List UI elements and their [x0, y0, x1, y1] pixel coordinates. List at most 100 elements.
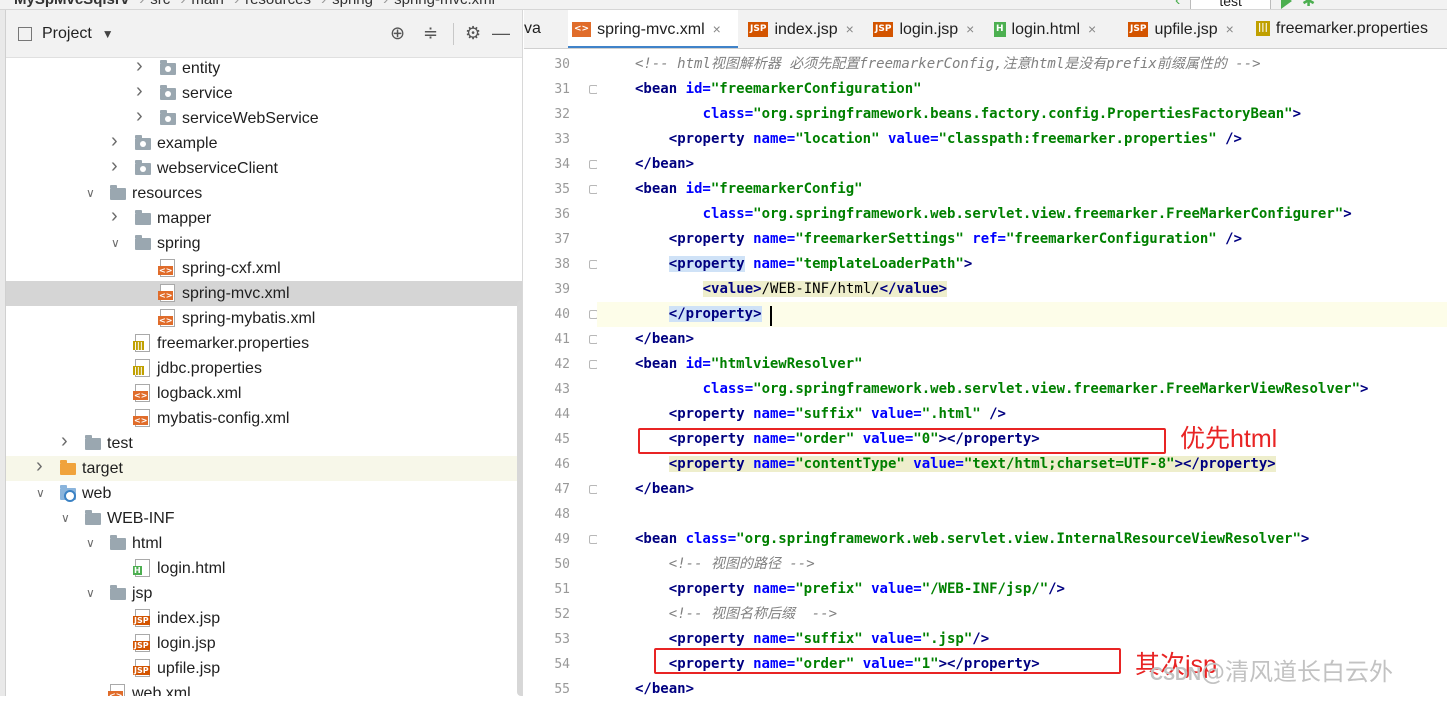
close-icon[interactable]: × [1088, 21, 1096, 37]
code-line[interactable]: </bean> [597, 327, 1447, 352]
code-line[interactable]: <bean class="org.springframework.web.ser… [597, 527, 1447, 552]
chevron-down-icon[interactable]: ∨ [86, 531, 95, 556]
minimize-icon[interactable]: — [492, 24, 510, 42]
code-line[interactable]: <property name="contentType" value="text… [597, 452, 1447, 477]
run-config-select[interactable]: test [1190, 0, 1271, 9]
crumb-file[interactable]: spring-mvc.xml [394, 0, 495, 8]
code-line[interactable]: </bean> [597, 152, 1447, 177]
chevron-down-icon[interactable]: ∨ [86, 581, 95, 606]
tree-item-login-html[interactable]: Hlogin.html [6, 556, 522, 581]
tab-truncated[interactable]: va [524, 10, 566, 48]
tree-item-spring-mybatis-xml[interactable]: <> spring-mybatis.xml [6, 306, 522, 331]
code-token: class= [685, 531, 737, 547]
tree-item-web-xml[interactable]: <> web.xml [6, 681, 522, 696]
crumb-resources[interactable]: resources [245, 0, 311, 8]
code-line[interactable]: <property name="prefix" value="/WEB-INF/… [597, 577, 1447, 602]
code-line[interactable] [597, 502, 1447, 527]
locate-icon[interactable]: ⊕ [390, 24, 405, 42]
line-number: 31 [554, 82, 570, 97]
close-icon[interactable]: × [966, 21, 974, 37]
code-line[interactable]: <!-- 视图名称后缀 --> [597, 602, 1447, 627]
line-number: 54 [554, 657, 570, 672]
tree-item-example[interactable]: › example [6, 129, 522, 156]
debug-icon[interactable]: ✱ [1302, 0, 1315, 9]
code-token: <property [668, 631, 754, 647]
project-view-label[interactable]: Project [42, 25, 92, 43]
tree-item-logback-xml[interactable]: <> logback.xml [6, 381, 522, 406]
chevron-right-icon[interactable]: › [111, 154, 118, 179]
tree-item-html[interactable]: ∨ html [6, 531, 522, 556]
close-icon[interactable]: × [1226, 21, 1234, 37]
tree-item-label: index.jsp [157, 610, 221, 627]
tree-item-resources[interactable]: ∨ resources [6, 181, 522, 206]
crumb-src[interactable]: src [150, 0, 170, 8]
code-line[interactable]: <property name="location" value="classpa… [597, 127, 1447, 152]
run-icon[interactable] [1280, 0, 1292, 9]
tree-item-spring[interactable]: ∨ spring [6, 231, 522, 256]
tree-item-jdbc-properties[interactable]: ||| jdbc.properties [6, 356, 522, 381]
code-line[interactable]: </bean> [597, 477, 1447, 502]
chevron-down-icon[interactable]: ▼ [102, 27, 114, 41]
tree-item-webserviceclient[interactable]: › webserviceClient [6, 154, 522, 181]
chevron-down-icon[interactable]: ∨ [86, 181, 95, 206]
tree-item-login-jsp[interactable]: JSP login.jsp [6, 631, 522, 656]
tree-item-spring-cxf-xml[interactable]: <> spring-cxf.xml [6, 256, 522, 281]
project-view-icon [18, 26, 32, 41]
chevron-right-icon[interactable]: › [111, 129, 118, 154]
chevron-right-icon[interactable]: › [61, 429, 68, 454]
tree-item-upfile-jsp[interactable]: JSP upfile.jsp [6, 656, 522, 681]
tab-login-jsp[interactable]: JSP login.jsp × [869, 10, 985, 48]
chevron-down-icon[interactable]: ∨ [111, 231, 120, 256]
chevron-right-icon[interactable]: › [136, 54, 143, 79]
tree-item-servicewebservice[interactable]: › serviceWebService [6, 104, 522, 131]
tree-item-jsp[interactable]: ∨ jsp [6, 581, 522, 606]
tree-item-target[interactable]: › target [6, 454, 522, 481]
code-line[interactable]: <property name="freemarkerSettings" ref=… [597, 227, 1447, 252]
code-line[interactable]: <bean id="freemarkerConfiguration" [597, 77, 1447, 102]
tree-item-entity[interactable]: › entity [6, 54, 522, 81]
tab-login-html[interactable]: Hlogin.html × [990, 10, 1118, 48]
code-line[interactable]: class="org.springframework.web.servlet.v… [597, 202, 1447, 227]
code-line[interactable]: </property> [597, 302, 1447, 327]
crumb-spring[interactable]: spring [332, 0, 373, 8]
tree-item-label: spring [157, 235, 201, 252]
chevron-right-icon[interactable]: › [136, 79, 143, 104]
code-line[interactable]: <value>/WEB-INF/html/</value> [597, 277, 1447, 302]
code-line[interactable]: class="org.springframework.beans.factory… [597, 102, 1447, 127]
tree-item-spring-mvc-xml[interactable]: <> spring-mvc.xml [6, 281, 522, 306]
project-name[interactable]: MySpMvcSqlsrv [14, 0, 129, 8]
chevron-down-icon[interactable]: ∨ [36, 481, 45, 506]
chevron-right-icon[interactable]: › [36, 454, 43, 479]
close-icon[interactable]: × [846, 21, 854, 37]
tab-freemarker-properties[interactable]: ||| freemarker.properties [1252, 10, 1447, 48]
tree-item-service[interactable]: › service [6, 79, 522, 106]
tree-item-mybatis-config-xml[interactable]: <> mybatis-config.xml [6, 406, 522, 431]
collapse-all-icon[interactable]: ≑ [423, 24, 438, 42]
code-editor[interactable]: <!-- html视图解析器 必须先配置freemarkerConfig,注意h… [597, 50, 1447, 696]
close-icon[interactable]: × [713, 21, 721, 37]
tab-spring-mvc-xml[interactable]: <> spring-mvc.xml × [568, 10, 738, 48]
code-line[interactable]: <!-- html视图解析器 必须先配置freemarkerConfig,注意h… [597, 52, 1447, 77]
code-line[interactable]: <property name="templateLoaderPath"> [597, 252, 1447, 277]
tree-item-index-jsp[interactable]: JSP index.jsp [6, 606, 522, 631]
tree-item-web[interactable]: ∨ web [6, 481, 522, 506]
crumb-main[interactable]: main [191, 0, 224, 8]
code-line[interactable]: <!-- 视图的路径 --> [597, 552, 1447, 577]
chevron-down-icon[interactable]: ∨ [61, 506, 70, 531]
chevron-right-icon[interactable]: › [136, 104, 143, 129]
code-token: name= [753, 256, 796, 272]
code-line[interactable]: <bean id="htmlviewResolver" [597, 352, 1447, 377]
code-line[interactable]: <property name="suffix" value=".html" /> [597, 402, 1447, 427]
code-line[interactable]: <bean id="freemarkerConfig" [597, 177, 1447, 202]
back-arrow-icon[interactable]: ‹ [1175, 0, 1180, 9]
tab-index-jsp[interactable]: JSP index.jsp × [744, 10, 864, 48]
chevron-right-icon[interactable]: › [111, 204, 118, 229]
tree-item-test[interactable]: › test [6, 429, 522, 456]
scrollbar[interactable] [517, 300, 522, 696]
tree-item-mapper[interactable]: › mapper [6, 204, 522, 231]
gear-icon[interactable]: ⚙ [465, 24, 481, 42]
tree-item-freemarker-properties[interactable]: ||| freemarker.properties [6, 331, 522, 356]
tab-upfile-jsp[interactable]: JSP upfile.jsp × [1124, 10, 1246, 48]
code-line[interactable]: class="org.springframework.web.servlet.v… [597, 377, 1447, 402]
tree-item-web-inf[interactable]: ∨ WEB-INF [6, 506, 522, 531]
